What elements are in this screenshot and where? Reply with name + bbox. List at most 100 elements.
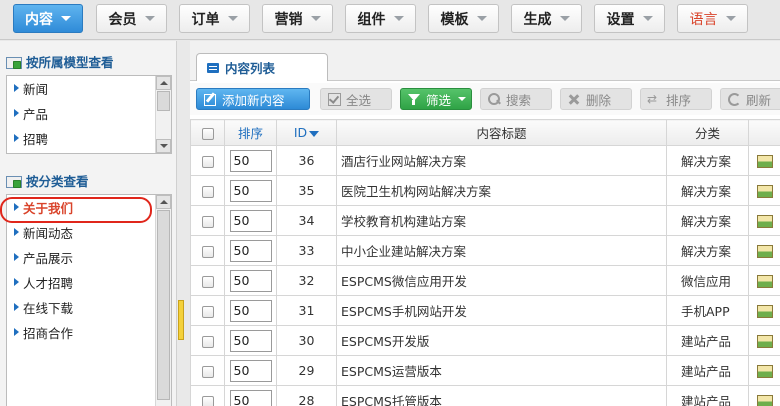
select-all-button[interactable]: 全选 <box>320 88 392 110</box>
checkbox[interactable] <box>201 215 214 228</box>
scroll-up-icon[interactable] <box>156 195 171 209</box>
row-select[interactable] <box>190 235 225 266</box>
checkbox-icon <box>327 92 341 106</box>
model-list-scrollbar[interactable] <box>155 76 171 153</box>
sort-button[interactable]: ⇄ 排序 <box>640 88 712 110</box>
sort-order-input[interactable] <box>229 359 272 382</box>
image-icon[interactable] <box>756 185 773 198</box>
sidebar-item-news-updates[interactable]: 新闻动态 <box>7 220 171 245</box>
sort-order-input[interactable] <box>229 239 272 262</box>
sort-order-input[interactable] <box>229 269 272 292</box>
row-select[interactable] <box>190 205 225 236</box>
sort-order-input[interactable] <box>229 299 272 322</box>
image-icon[interactable] <box>756 395 773 406</box>
nav-language[interactable]: 语言 <box>677 4 748 33</box>
image-icon[interactable] <box>756 155 773 168</box>
row-id: 32 <box>276 265 337 296</box>
nav-member[interactable]: 会员 <box>96 4 167 33</box>
nav-order[interactable]: 订单 <box>179 4 250 33</box>
category-list-scrollbar[interactable] <box>155 195 171 406</box>
row-sort-cell <box>224 295 277 326</box>
image-icon[interactable] <box>756 335 773 348</box>
row-select[interactable] <box>190 385 225 406</box>
nav-component[interactable]: 组件 <box>345 4 416 33</box>
sidebar-item-label: 人才招聘 <box>23 276 74 291</box>
image-icon[interactable] <box>756 275 773 288</box>
checkbox[interactable] <box>201 275 214 288</box>
add-content-button[interactable]: 添加新内容 <box>196 88 310 110</box>
sort-order-input[interactable] <box>229 209 272 232</box>
row-select[interactable] <box>190 145 225 176</box>
sidebar-item-investment[interactable]: 招商合作 <box>7 320 171 345</box>
row-title[interactable]: ESPCMS托管版本 <box>336 385 667 406</box>
row-title[interactable]: ESPCMS运营版本 <box>336 355 667 386</box>
row-title[interactable]: 医院卫生机构网站解决方案 <box>336 175 667 206</box>
row-category: 解决方案 <box>666 175 749 206</box>
sort-order-input[interactable] <box>229 389 272 406</box>
scroll-up-icon[interactable] <box>156 76 171 90</box>
header-select-all[interactable] <box>190 119 225 146</box>
row-title[interactable]: ESPCMS开发版 <box>336 325 667 356</box>
row-title[interactable]: 中小企业建站解决方案 <box>336 235 667 266</box>
checkbox[interactable] <box>201 155 214 168</box>
row-select[interactable] <box>190 325 225 356</box>
row-sort-cell <box>224 145 277 176</box>
row-title[interactable]: ESPCMS手机网站开发 <box>336 295 667 326</box>
filter-button[interactable]: 筛选 <box>400 88 472 110</box>
nav-template[interactable]: 模板 <box>428 4 499 33</box>
list-icon <box>207 62 219 73</box>
sidebar-item-talent[interactable]: 人才招聘 <box>7 270 171 295</box>
delete-button[interactable]: 删除 <box>560 88 632 110</box>
checkbox[interactable] <box>201 335 214 348</box>
scroll-down-icon[interactable] <box>156 139 171 153</box>
header-sort[interactable]: 排序 <box>224 119 277 146</box>
sort-order-input[interactable] <box>229 179 272 202</box>
row-title[interactable]: ESPCMS微信应用开发 <box>336 265 667 296</box>
row-select[interactable] <box>190 295 225 326</box>
sidebar-item-products[interactable]: 产品展示 <box>7 245 171 270</box>
sidebar-item-recruit[interactable]: 招聘 <box>7 126 171 151</box>
scroll-thumb[interactable] <box>157 210 170 400</box>
image-icon[interactable] <box>756 365 773 378</box>
row-sort-cell <box>224 385 277 406</box>
image-icon[interactable] <box>756 305 773 318</box>
checkbox[interactable] <box>201 127 214 140</box>
checkbox[interactable] <box>201 245 214 258</box>
sidebar-item-product[interactable]: 产品 <box>7 101 171 126</box>
row-title[interactable]: 学校教育机构建站方案 <box>336 205 667 236</box>
scroll-thumb[interactable] <box>157 91 170 111</box>
panel-splitter-handle[interactable] <box>178 300 184 340</box>
row-select[interactable] <box>190 265 225 296</box>
nav-settings[interactable]: 设置 <box>594 4 665 33</box>
nav-content[interactable]: 内容 <box>13 4 83 33</box>
button-label: 删除 <box>586 92 612 108</box>
sidebar-item-download[interactable]: 在线下载 <box>7 295 171 320</box>
refresh-button[interactable]: 刷新 <box>720 88 780 110</box>
row-sort-cell <box>224 265 277 296</box>
checkbox[interactable] <box>201 305 214 318</box>
search-button[interactable]: 搜索 <box>480 88 552 110</box>
tab-bar: 内容列表 <box>190 41 780 81</box>
sidebar-item-label: 产品 <box>23 107 49 122</box>
row-select[interactable] <box>190 355 225 386</box>
sort-order-input[interactable] <box>229 149 272 172</box>
sidebar-item-news[interactable]: 新闻 <box>7 76 171 101</box>
table-row: 34学校教育机构建站方案解决方案 <box>190 205 780 236</box>
close-icon <box>567 92 581 106</box>
image-icon[interactable] <box>756 215 773 228</box>
image-icon[interactable] <box>756 245 773 258</box>
sort-order-input[interactable] <box>229 329 272 352</box>
nav-marketing[interactable]: 营销 <box>262 4 333 33</box>
toolbar: 添加新内容 全选 筛选 搜索 删除 ⇄ 排序 刷新 <box>190 83 780 115</box>
sidebar-item-label: 新闻 <box>23 82 49 97</box>
checkbox[interactable] <box>201 395 214 406</box>
category-section-title: 按分类查看 <box>26 173 89 189</box>
checkbox[interactable] <box>201 365 214 378</box>
checkbox[interactable] <box>201 185 214 198</box>
header-id[interactable]: ID <box>276 119 337 146</box>
tab-content-list[interactable]: 内容列表 <box>196 53 328 81</box>
row-select[interactable] <box>190 175 225 206</box>
folder-add-icon <box>6 173 22 188</box>
row-title[interactable]: 酒店行业网站解决方案 <box>336 145 667 176</box>
nav-generate[interactable]: 生成 <box>511 4 582 33</box>
